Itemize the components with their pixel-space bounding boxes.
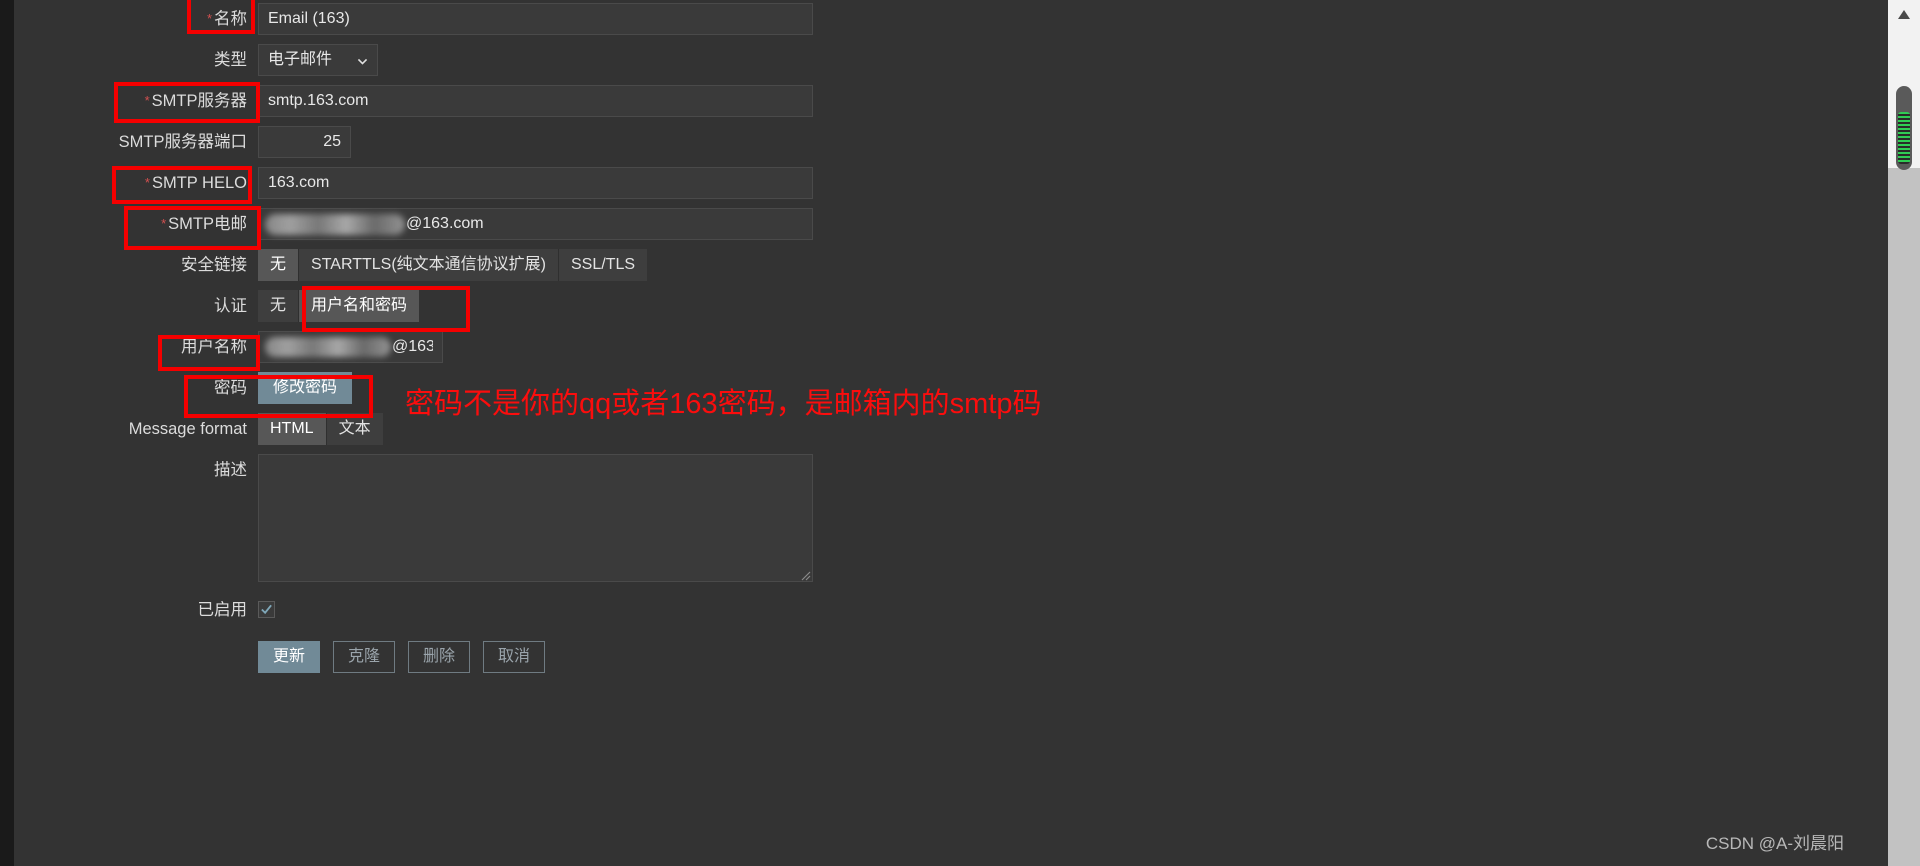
form-row-smtp-port: SMTP服务器端口 (14, 126, 1888, 158)
check-icon (261, 604, 272, 615)
label-name: * 名称 (206, 10, 247, 28)
chevron-down-icon (356, 45, 369, 75)
label-smtp-helo: * SMTP HELO (144, 174, 247, 192)
csdn-watermark: CSDN @A-刘晨阳 (1705, 834, 1844, 853)
form-row-smtp-server: * SMTP服务器 (14, 85, 1888, 117)
form-row-username: 用户名称 (14, 331, 1888, 363)
security-segmented-control[interactable]: 无 STARTTLS(纯文本通信协议扩展) SSL/TLS (258, 249, 1888, 281)
security-option-ssltls[interactable]: SSL/TLS (559, 249, 648, 281)
type-select[interactable]: 电子邮件 (258, 44, 378, 76)
action-buttons: 更新 克隆 删除 取消 (258, 641, 1888, 673)
form-row-smtp-helo: * SMTP HELO (14, 167, 1888, 199)
form-row-smtp-email: * SMTP电邮 (14, 208, 1888, 240)
label-auth: 认证 (214, 297, 247, 315)
clone-button[interactable]: 克隆 (333, 641, 396, 673)
enabled-checkbox[interactable] (258, 601, 275, 618)
change-password-button[interactable]: 修改密码 (258, 372, 353, 404)
form-row-enabled: 已启用 (14, 594, 1888, 626)
name-input[interactable] (258, 3, 813, 35)
left-gutter (0, 0, 14, 866)
type-select-value: 电子邮件 (268, 51, 333, 68)
cancel-button[interactable]: 取消 (483, 641, 546, 673)
label-smtp-server: * SMTP服务器 (144, 92, 247, 110)
scrollbar-thumb-stripes (1898, 112, 1910, 164)
required-asterisk-smtp-email: * (161, 216, 167, 231)
smtp-helo-input[interactable] (258, 167, 813, 199)
scrollbar-thumb[interactable] (1896, 86, 1912, 170)
mediatype-form: *名称 类型 电子邮件 *SMTP服 (14, 0, 1888, 682)
label-message-format: Message format (128, 420, 247, 438)
annotation-note-text: 密码不是你的qq或者163密码，是邮箱内的smtp码 (405, 388, 1042, 420)
message-format-option-html[interactable]: HTML (258, 413, 327, 445)
security-option-starttls[interactable]: STARTTLS(纯文本通信协议扩展) (299, 249, 559, 281)
screenshot-root: *名称 类型 电子邮件 *SMTP服 (0, 0, 1920, 866)
label-enabled: 已启用 (197, 601, 248, 619)
form-row-type: 类型 电子邮件 (14, 44, 1888, 76)
username-redaction (265, 337, 391, 357)
smtp-server-input[interactable] (258, 85, 813, 117)
description-textarea[interactable] (258, 454, 813, 582)
form-row-security: 安全链接 无 STARTTLS(纯文本通信协议扩展) SSL/TLS (14, 249, 1888, 281)
required-asterisk-smtp-server: * (144, 93, 150, 108)
label-security: 安全链接 (181, 256, 247, 274)
page-viewport: *名称 类型 电子邮件 *SMTP服 (14, 0, 1888, 866)
label-username: 用户名称 (181, 338, 247, 356)
security-option-none[interactable]: 无 (258, 249, 300, 281)
delete-button[interactable]: 删除 (408, 641, 471, 673)
label-description: 描述 (214, 461, 247, 479)
required-asterisk-smtp-helo: * (144, 175, 150, 190)
auth-option-none[interactable]: 无 (258, 290, 300, 322)
auth-segmented-control[interactable]: 无 用户名和密码 (258, 290, 1888, 322)
auth-option-user-password[interactable]: 用户名和密码 (299, 290, 420, 322)
update-button[interactable]: 更新 (258, 641, 321, 673)
label-password: 密码 (214, 379, 247, 397)
form-row-name: * 名称 (14, 3, 1888, 35)
message-format-option-text[interactable]: 文本 (326, 413, 383, 445)
vertical-scrollbar[interactable] (1888, 0, 1920, 866)
label-smtp-email: * SMTP电邮 (161, 215, 247, 233)
label-type: 类型 (214, 51, 247, 69)
smtp-email-redaction (265, 214, 405, 235)
form-row-auth: 认证 无 用户名和密码 (14, 290, 1888, 322)
smtp-port-input[interactable] (258, 126, 351, 158)
form-row-actions: 更新 克隆 删除 取消 (14, 641, 1888, 673)
label-smtp-port: SMTP服务器端口 (118, 133, 247, 151)
triangle-up-icon[interactable] (1888, 4, 1920, 24)
required-asterisk-name: * (206, 11, 212, 26)
form-row-description: 描述 (14, 454, 1888, 582)
